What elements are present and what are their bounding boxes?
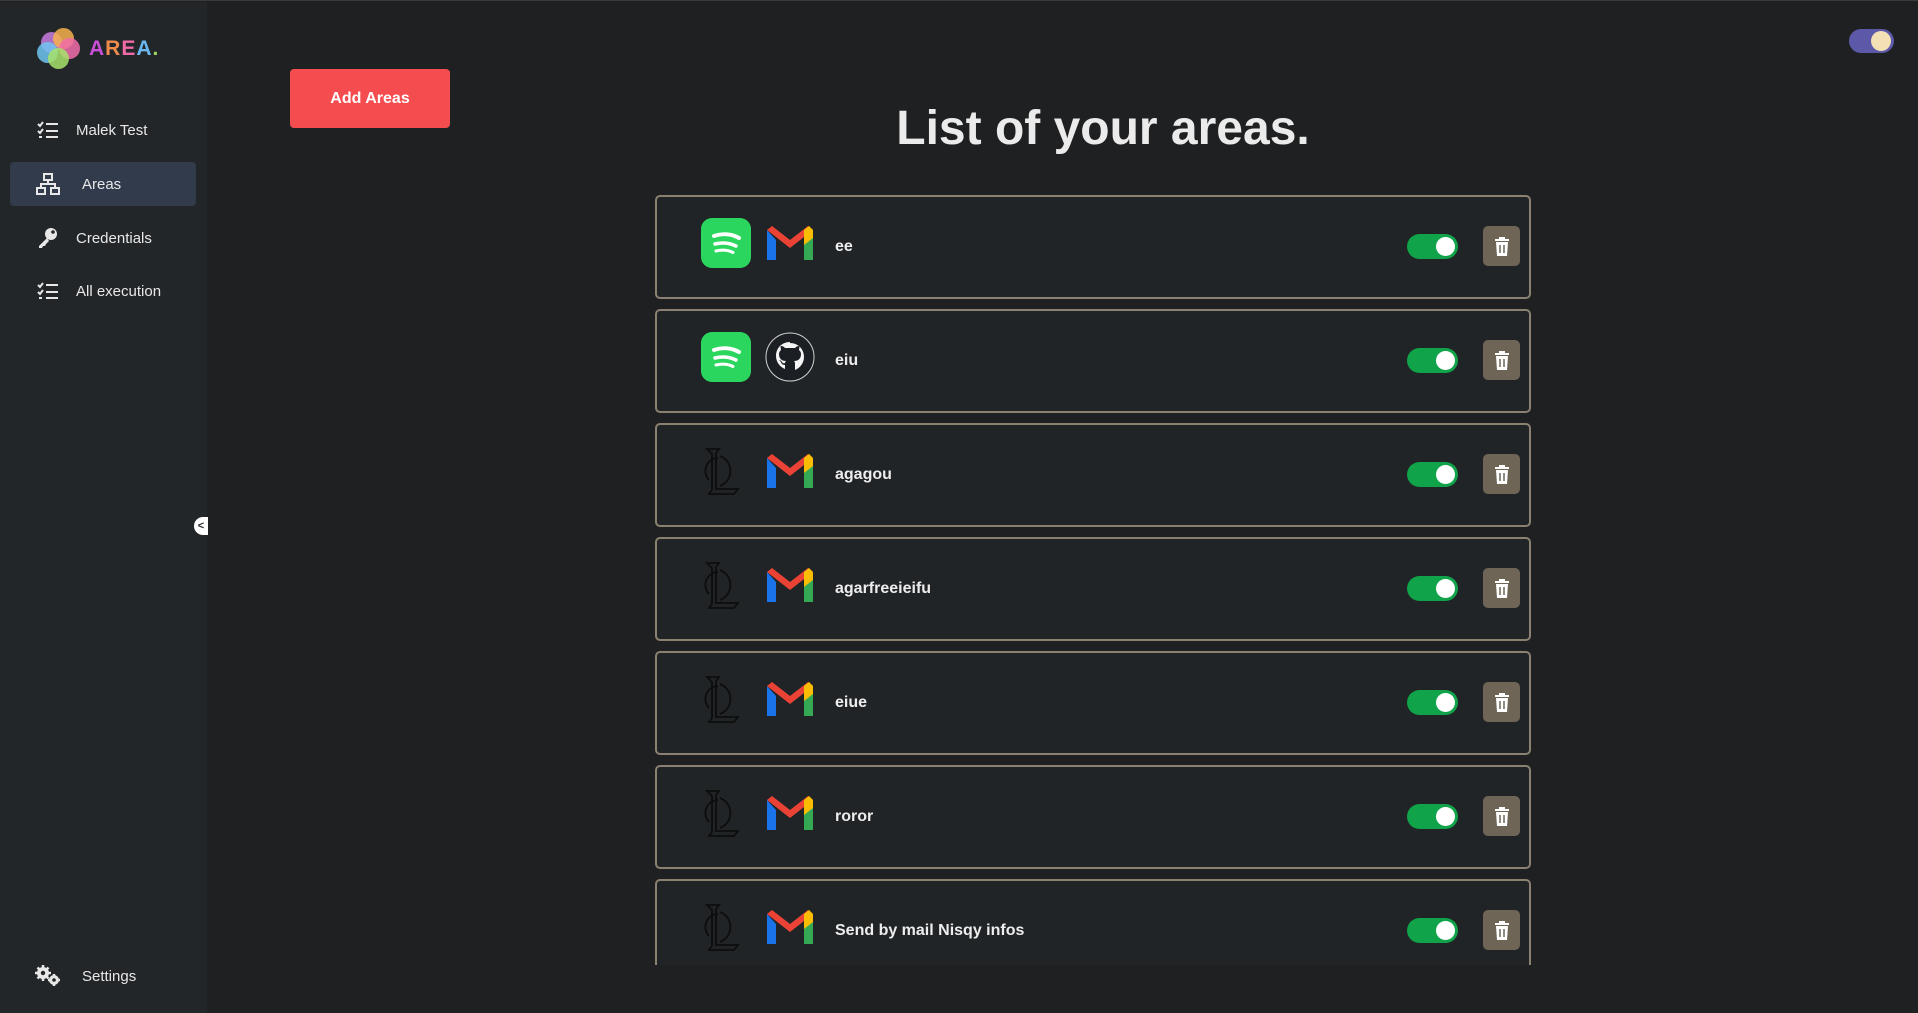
league-of-legends-icon xyxy=(701,560,751,610)
area-enabled-toggle[interactable] xyxy=(1407,576,1458,601)
spotify-icon xyxy=(701,332,751,382)
area-name: roror xyxy=(835,808,874,825)
gmail-icon xyxy=(765,560,815,610)
delete-area-button[interactable] xyxy=(1483,910,1520,950)
area-row: roror xyxy=(655,765,1531,869)
sidebar-collapse-button[interactable]: < xyxy=(194,517,208,535)
spotify-icon xyxy=(701,218,751,268)
area-row: agarfreeieifu xyxy=(655,537,1531,641)
sidebar-item-areas[interactable]: Areas xyxy=(10,162,196,206)
area-name: agagou xyxy=(835,466,892,483)
trash-icon xyxy=(1494,236,1509,256)
area-enabled-toggle[interactable] xyxy=(1407,348,1458,373)
gmail-icon xyxy=(765,218,815,268)
sidebar-item-label: Areas xyxy=(82,175,122,193)
list-check-icon xyxy=(34,279,62,303)
area-name: ee xyxy=(835,238,853,255)
areas-list: ee eiu agagou agarfreeieifu eiue roror S… xyxy=(655,195,1531,965)
league-of-legends-icon xyxy=(701,788,751,838)
theme-toggle[interactable] xyxy=(1849,29,1894,53)
trash-icon xyxy=(1494,578,1509,598)
area-row: agagou xyxy=(655,423,1531,527)
delete-area-button[interactable] xyxy=(1483,796,1520,836)
sidebar-item-label: Settings xyxy=(82,967,137,985)
area-row: eiue xyxy=(655,651,1531,755)
delete-area-button[interactable] xyxy=(1483,340,1520,380)
add-areas-button[interactable]: Add Areas xyxy=(290,69,450,128)
sidebar-item-label: Credentials xyxy=(76,229,152,247)
delete-area-button[interactable] xyxy=(1483,568,1520,608)
area-name: agarfreeieifu xyxy=(835,580,932,597)
area-name: eiu xyxy=(835,352,859,369)
github-icon xyxy=(765,332,815,382)
sidebar-item-label: All execution xyxy=(76,282,162,300)
area-row: Send by mail Nisqy infos xyxy=(655,879,1531,965)
delete-area-button[interactable] xyxy=(1483,226,1520,266)
key-icon xyxy=(34,226,62,250)
gmail-icon xyxy=(765,674,815,724)
delete-area-button[interactable] xyxy=(1483,454,1520,494)
gmail-icon xyxy=(765,902,815,952)
moon-icon xyxy=(1871,31,1891,51)
area-enabled-toggle[interactable] xyxy=(1407,690,1458,715)
area-row: eiu xyxy=(655,309,1531,413)
sidebar-item-malek-test[interactable]: Malek Test xyxy=(10,108,196,152)
gmail-icon xyxy=(765,446,815,496)
area-row: ee xyxy=(655,195,1531,299)
delete-area-button[interactable] xyxy=(1483,682,1520,722)
logo-circles-icon xyxy=(37,28,83,70)
area-name: eiue xyxy=(835,694,868,711)
league-of-legends-icon xyxy=(701,674,751,724)
sitemap-icon xyxy=(34,172,62,196)
sidebar-item-label: Malek Test xyxy=(76,121,148,139)
list-check-icon xyxy=(34,118,62,142)
sidebar: AREA. Malek Test Areas Credentials All e… xyxy=(0,2,208,1013)
league-of-legends-icon xyxy=(701,446,751,496)
trash-icon xyxy=(1494,806,1509,826)
sidebar-item-all-execution[interactable]: All execution xyxy=(10,269,196,313)
area-name: Send by mail Nisqy infos xyxy=(835,922,1025,939)
area-enabled-toggle[interactable] xyxy=(1407,462,1458,487)
area-enabled-toggle[interactable] xyxy=(1407,234,1458,259)
trash-icon xyxy=(1494,692,1509,712)
trash-icon xyxy=(1494,464,1509,484)
area-enabled-toggle[interactable] xyxy=(1407,918,1458,943)
sidebar-item-credentials[interactable]: Credentials xyxy=(10,216,196,260)
gears-icon xyxy=(34,964,62,988)
trash-icon xyxy=(1494,350,1509,370)
trash-icon xyxy=(1494,920,1509,940)
page-title: List of your areas. xyxy=(896,102,1310,155)
app-logo[interactable]: AREA. xyxy=(37,28,159,70)
league-of-legends-icon xyxy=(701,902,751,952)
logo-text: AREA. xyxy=(89,37,160,60)
sidebar-item-settings[interactable]: Settings xyxy=(10,954,196,998)
area-enabled-toggle[interactable] xyxy=(1407,804,1458,829)
gmail-icon xyxy=(765,788,815,838)
